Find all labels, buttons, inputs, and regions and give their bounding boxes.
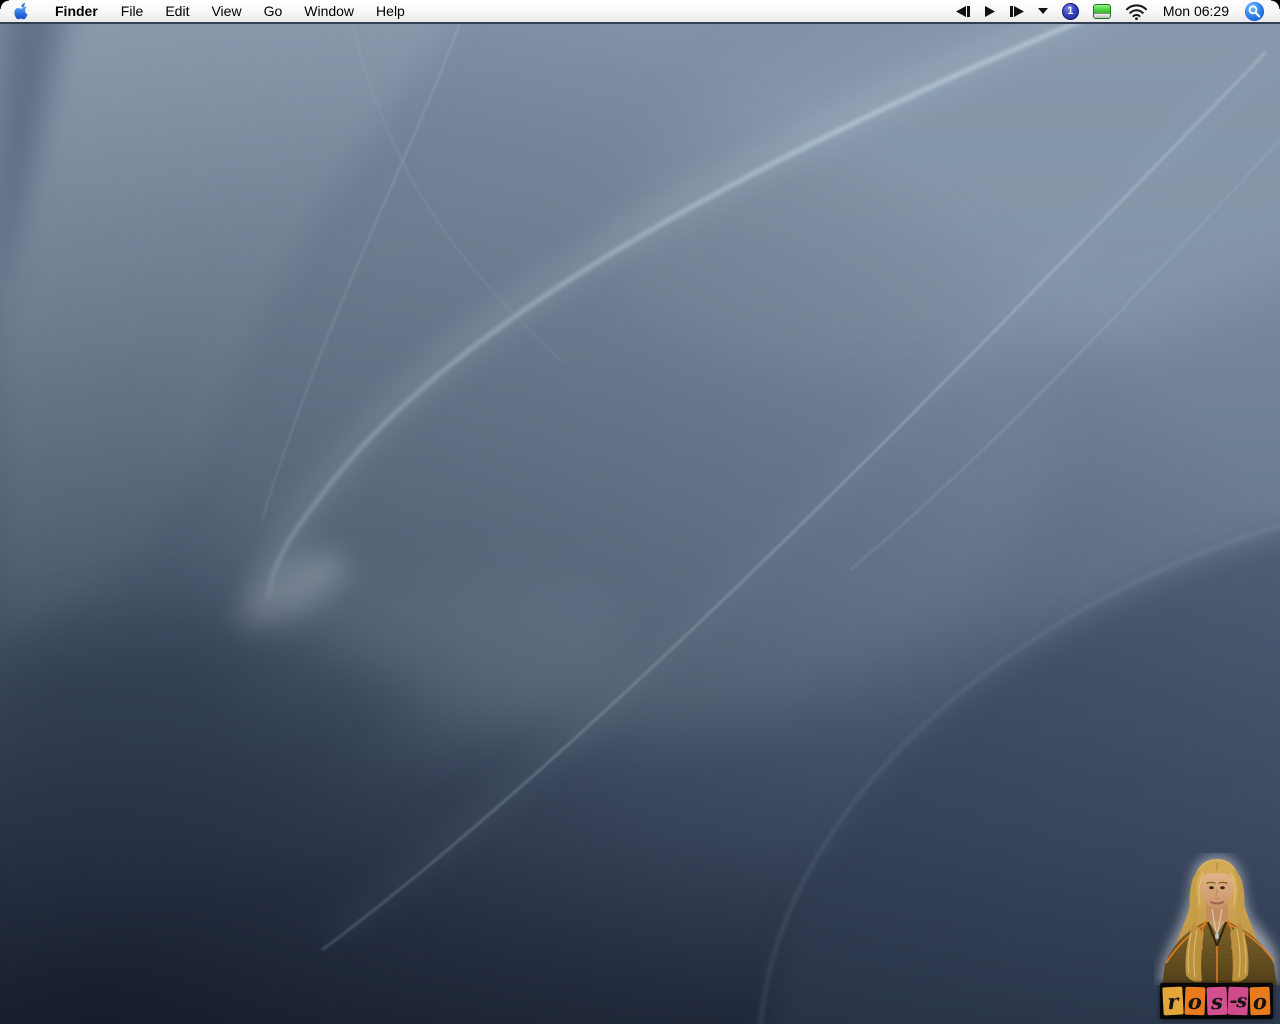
wifi-menu[interactable] [1118, 0, 1155, 22]
previous-track-icon [955, 5, 970, 17]
media-play-button[interactable] [978, 0, 1002, 22]
menu-finder[interactable]: Finder [43, 0, 110, 22]
menu-window[interactable]: Window [293, 0, 365, 22]
menu-finder-label: Finder [55, 3, 98, 19]
input-badge-number: 1 [1067, 5, 1074, 17]
menu-go-label: Go [263, 3, 283, 19]
disk-slot [1093, 12, 1110, 18]
menu-clock[interactable]: Mon 06:29 [1155, 0, 1237, 22]
desktop-screen: Finder File Edit View Go Window Help 1 M… [0, 0, 1280, 1024]
next-track-icon [1009, 5, 1024, 17]
play-icon [984, 5, 995, 17]
rosso-tile: o [1249, 986, 1271, 1016]
rosso-logo: r o s -s o [1160, 983, 1273, 1019]
wifi-icon [1125, 3, 1147, 20]
disk-menu[interactable] [1086, 0, 1118, 22]
rosso-tile: -s [1227, 986, 1249, 1016]
menu-edit[interactable]: Edit [154, 0, 200, 22]
portrait-image [1154, 853, 1280, 985]
apple-logo-icon [14, 2, 30, 19]
screen-corner-top-right [1271, 0, 1280, 9]
input-menu-badge: 1 [1061, 2, 1079, 20]
menu-help-label: Help [376, 3, 405, 19]
media-previous-button[interactable] [949, 0, 978, 22]
dropdown-arrow-icon [1037, 8, 1048, 14]
menu-bar: Finder File Edit View Go Window Help 1 M… [0, 0, 1280, 24]
menu-bar-menus: Finder File Edit View Go Window Help [0, 0, 416, 22]
spotlight-search-icon [1244, 1, 1265, 21]
menu-go[interactable]: Go [253, 0, 294, 22]
rosso-tile: o [1184, 986, 1206, 1016]
menu-help[interactable]: Help [365, 0, 416, 22]
rosso-tile: s [1206, 986, 1227, 1016]
removable-disk-icon [1092, 3, 1111, 19]
media-next-button[interactable] [1002, 0, 1031, 22]
menu-view-label: View [211, 3, 242, 19]
menu-window-label: Window [304, 3, 355, 19]
clock-text: Mon 06:29 [1162, 3, 1229, 19]
menu-edit-label: Edit [165, 3, 190, 19]
spotlight-menu[interactable] [1237, 0, 1272, 22]
media-menu-button[interactable] [1031, 0, 1055, 22]
menu-file[interactable]: File [110, 0, 155, 22]
woman-portrait-graphic [1159, 856, 1278, 985]
menu-file-label: File [120, 3, 144, 19]
input-menu[interactable]: 1 [1055, 0, 1086, 22]
menu-bar-status: 1 Mon 06:29 [949, 0, 1280, 22]
desktop-wallpaper [0, 0, 1280, 1024]
menu-view[interactable]: View [200, 0, 252, 22]
screen-corner-top-left [0, 0, 9, 9]
rosso-tile: r [1162, 986, 1184, 1016]
